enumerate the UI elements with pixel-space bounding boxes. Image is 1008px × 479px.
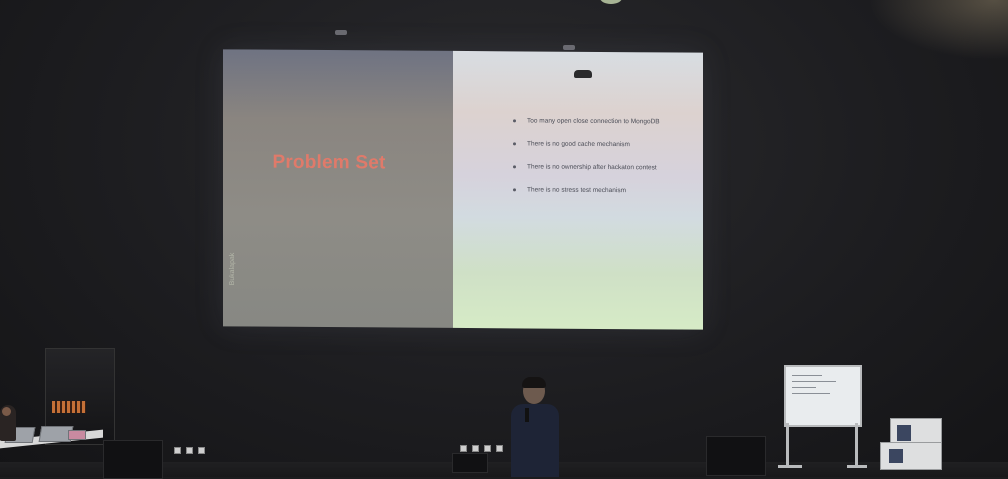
stage-light-glow — [868, 0, 1008, 60]
box-print — [897, 425, 911, 441]
floor-monitor — [103, 440, 163, 479]
box-print — [889, 449, 903, 463]
amplifier-lights — [52, 401, 86, 413]
bullet-dot-icon — [513, 119, 516, 123]
whiteboard-writing — [792, 387, 816, 388]
projector-mount — [574, 70, 592, 78]
slide-bullet: There is no good cache mechanism — [513, 140, 660, 164]
bullet-dot-icon — [513, 142, 516, 146]
whiteboard-stand-leg — [786, 423, 789, 467]
wall-outlet — [472, 445, 479, 452]
presenter-body — [511, 404, 559, 477]
slide-bullet: There is no stress test mechanism — [513, 186, 660, 210]
wall-outlet — [484, 445, 491, 452]
slide-bullet: Too many open close connection to MongoD… — [513, 117, 660, 141]
slide-title: Problem Set — [272, 151, 386, 174]
notebook — [68, 430, 86, 440]
ceiling-spotlight — [563, 45, 575, 50]
wall-outlet — [460, 445, 467, 452]
whiteboard-writing — [792, 381, 836, 382]
slide-bullet-list: Too many open close connection to MongoD… — [513, 117, 660, 210]
whiteboard-stand-foot — [847, 465, 867, 468]
wall-outlet — [174, 447, 181, 454]
stage-box — [452, 453, 488, 473]
microphone-icon — [525, 408, 529, 422]
slide-left-panel: Problem Set Bukalapak — [223, 49, 453, 328]
wall-outlet — [198, 447, 205, 454]
face — [2, 407, 11, 416]
ceiling-spotlight — [335, 30, 347, 35]
whiteboard-stand-leg — [855, 423, 858, 467]
wall-outlet — [186, 447, 193, 454]
slide-vertical-brand-text: Bukalapak — [229, 252, 236, 286]
wall-outlet — [496, 445, 503, 452]
whiteboard-writing — [792, 375, 822, 376]
bullet-dot-icon — [513, 165, 516, 169]
presenter-hair — [522, 377, 546, 388]
audience-person — [0, 405, 16, 441]
whiteboard-writing — [792, 393, 830, 394]
projected-slide: Problem Set Bukalapak Too many open clos… — [223, 49, 703, 330]
floor-monitor — [706, 436, 766, 476]
whiteboard — [784, 365, 862, 427]
bullet-dot-icon — [513, 188, 516, 192]
slide-bullet: There is no ownership after hackaton con… — [513, 163, 660, 187]
cardboard-box — [880, 442, 942, 470]
whiteboard-stand-foot — [778, 465, 802, 468]
presenter — [505, 377, 563, 477]
